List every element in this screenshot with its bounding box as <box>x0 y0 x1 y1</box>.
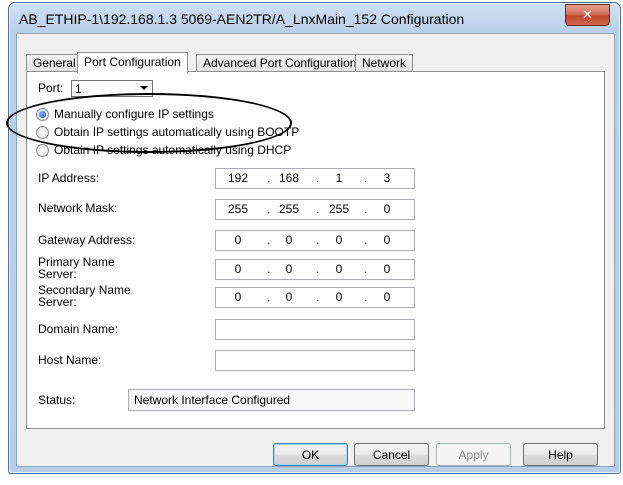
tab-network[interactable]: Network <box>355 54 414 72</box>
ip-dot: . <box>316 290 320 304</box>
port-dropdown[interactable]: 1 <box>71 80 153 97</box>
radio-button-checked[interactable] <box>36 107 49 121</box>
ip-dot: . <box>364 233 368 247</box>
ip-dot: . <box>316 262 320 276</box>
ip-dot: . <box>316 171 320 185</box>
ip-dot: . <box>364 202 368 216</box>
port-label: Port: <box>38 81 64 95</box>
ip-octet[interactable]: 192 <box>219 171 257 185</box>
gateway-address-label: Gateway Address: <box>38 233 136 247</box>
close-button[interactable]: ✕ <box>565 4 610 26</box>
status-field: Network Interface Configured <box>128 389 415 411</box>
radio-dhcp[interactable]: Obtain IP settings automatically using D… <box>36 142 291 158</box>
host-name-label: Host Name: <box>38 353 102 367</box>
ip-dot: . <box>316 202 320 216</box>
mask-octet[interactable]: 255 <box>320 202 358 216</box>
network-mask-field[interactable]: 255 . 255 . 255 . 0 <box>215 199 415 220</box>
gateway-octet[interactable]: 0 <box>368 233 406 247</box>
radio-manual-ip-label: Manually configure IP settings <box>54 107 214 121</box>
dns-octet[interactable]: 0 <box>368 262 406 276</box>
dialog-client-area: General Port Configuration Advanced Port… <box>16 33 615 467</box>
secondary-name-server-field[interactable]: 0 . 0 . 0 . 0 <box>215 287 415 308</box>
title-bar[interactable]: AB_ETHIP-1\192.168.1.3 5069-AEN2TR/A_Lnx… <box>9 3 620 33</box>
radio-manual-ip[interactable]: Manually configure IP settings <box>36 106 214 122</box>
radio-dhcp-label: Obtain IP settings automatically using D… <box>54 143 292 157</box>
port-configuration-panel: Port: 1 Manually configure IP settings O… <box>26 71 605 429</box>
gateway-octet[interactable]: 0 <box>270 233 308 247</box>
mask-octet[interactable]: 0 <box>368 202 406 216</box>
ip-address-field[interactable]: 192 . 168 . 1 . 3 <box>215 168 415 189</box>
tab-port-configuration[interactable]: Port Configuration <box>77 52 188 73</box>
ip-dot: . <box>364 290 368 304</box>
mask-octet[interactable]: 255 <box>270 202 308 216</box>
cancel-button[interactable]: Cancel <box>354 443 429 466</box>
status-value: Network Interface Configured <box>134 393 291 407</box>
tab-advanced-port-configuration[interactable]: Advanced Port Configuration <box>196 54 364 72</box>
primary-name-server-label: Primary Name Server: <box>38 256 115 280</box>
domain-name-label: Domain Name: <box>38 322 119 336</box>
ip-dot: . <box>316 233 320 247</box>
gateway-address-field[interactable]: 0 . 0 . 0 . 0 <box>215 230 415 251</box>
host-name-input[interactable] <box>215 350 415 371</box>
primary-name-server-field[interactable]: 0 . 0 . 0 . 0 <box>215 259 415 280</box>
dns-octet[interactable]: 0 <box>368 290 406 304</box>
config-dialog-window: AB_ETHIP-1\192.168.1.3 5069-AEN2TR/A_Lnx… <box>8 2 621 474</box>
chevron-down-icon <box>140 86 148 90</box>
ip-dot: . <box>364 171 368 185</box>
help-button[interactable]: Help <box>523 443 598 466</box>
ip-octet[interactable]: 1 <box>320 171 358 185</box>
dns-octet[interactable]: 0 <box>219 290 257 304</box>
radio-bootp-label: Obtain IP settings automatically using B… <box>54 125 300 139</box>
gateway-octet[interactable]: 0 <box>320 233 358 247</box>
domain-name-input[interactable] <box>215 319 415 340</box>
ip-address-label: IP Address: <box>38 171 100 185</box>
primary-name-server-label-line2: Server: <box>38 267 77 281</box>
tab-general[interactable]: General <box>26 54 83 72</box>
ok-button[interactable]: OK <box>273 443 348 466</box>
secondary-name-server-label: Secondary Name Server: <box>38 284 131 308</box>
mask-octet[interactable]: 255 <box>219 202 257 216</box>
radio-bootp[interactable]: Obtain IP settings automatically using B… <box>36 124 299 140</box>
network-mask-label: Network Mask: <box>38 201 118 215</box>
radio-button[interactable] <box>36 143 49 157</box>
dns-octet[interactable]: 0 <box>219 262 257 276</box>
window-title: AB_ETHIP-1\192.168.1.3 5069-AEN2TR/A_Lnx… <box>19 11 465 27</box>
dns-octet[interactable]: 0 <box>320 290 358 304</box>
close-icon: ✕ <box>582 7 593 23</box>
dns-octet[interactable]: 0 <box>320 262 358 276</box>
ip-octet[interactable]: 168 <box>270 171 308 185</box>
gateway-octet[interactable]: 0 <box>219 233 257 247</box>
dns-octet[interactable]: 0 <box>270 262 308 276</box>
ip-octet[interactable]: 3 <box>368 171 406 185</box>
status-label: Status: <box>38 393 76 407</box>
dns-octet[interactable]: 0 <box>270 290 308 304</box>
apply-button[interactable]: Apply <box>436 443 511 466</box>
radio-button[interactable] <box>36 125 49 139</box>
secondary-name-server-label-line2: Server: <box>38 295 77 309</box>
ip-dot: . <box>364 262 368 276</box>
port-dropdown-value: 1 <box>75 82 82 96</box>
